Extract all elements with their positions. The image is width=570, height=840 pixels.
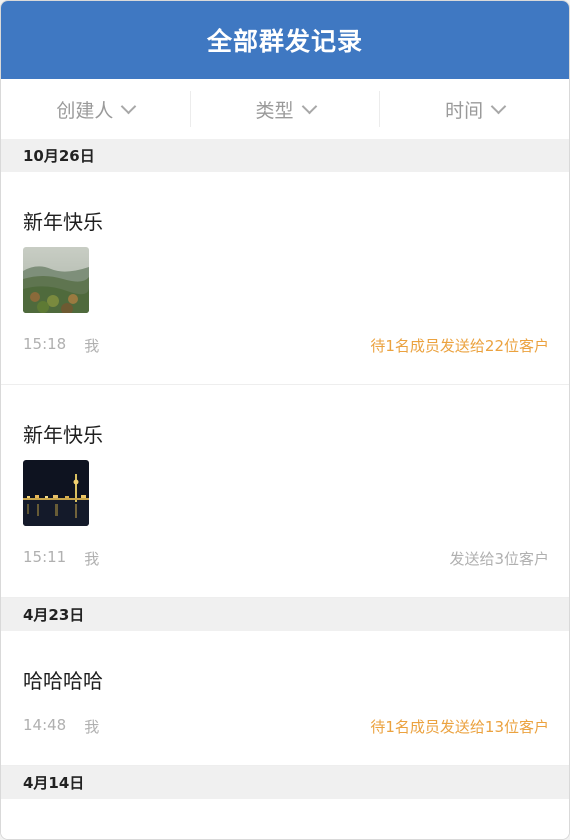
filter-type[interactable]: 类型 (191, 91, 381, 127)
record-creator: 我 (84, 718, 100, 736)
record-creator: 我 (84, 337, 100, 355)
record-image-thumbnail[interactable] (23, 247, 89, 313)
record-status: 发送给3位客户 (449, 550, 549, 568)
record-status: 待1名成员发送给22位客户 (370, 337, 549, 355)
record-time: 15:11 (23, 548, 67, 566)
page-title: 全部群发记录 (206, 27, 363, 56)
record-image-thumbnail[interactable] (23, 460, 89, 526)
date-header: 4月23日 (1, 598, 569, 631)
chevron-down-icon (301, 98, 317, 114)
header-bar: 全部群发记录 (1, 1, 569, 79)
record-meta: 14:48 我 待1名成员发送给13位客户 (23, 716, 549, 765)
filter-bar: 创建人 类型 时间 (1, 79, 569, 139)
record-status: 待1名成员发送给13位客户 (370, 718, 549, 736)
record-meta: 15:18 我 待1名成员发送给22位客户 (23, 335, 549, 384)
night-city-photo-icon (23, 460, 89, 526)
record-item[interactable]: 新年快乐 15:18 我 待1名成员发送给22位客户 (1, 172, 569, 385)
date-header: 10月26日 (1, 139, 569, 172)
date-header: 4月14日 (1, 766, 569, 799)
record-item[interactable]: 新年快乐 15:11 我 发送给3位客户 (1, 385, 569, 598)
filter-time[interactable]: 时间 (380, 91, 569, 127)
chevron-down-icon (490, 98, 507, 114)
chevron-down-icon (121, 98, 137, 114)
record-item[interactable]: 哈哈哈哈 14:48 我 待1名成员发送给13位客户 (1, 631, 569, 766)
filter-time-label: 时间 (445, 99, 484, 122)
record-meta: 15:11 我 发送给3位客户 (23, 548, 549, 597)
filter-creator-label: 创建人 (56, 99, 114, 122)
record-content: 哈哈哈哈 (23, 669, 103, 693)
record-time: 15:18 (23, 335, 67, 353)
landscape-photo-icon (23, 247, 89, 313)
record-item[interactable]: 测试推送图片 (1, 799, 569, 839)
record-creator: 我 (84, 550, 100, 568)
filter-creator[interactable]: 创建人 (1, 91, 191, 127)
record-time: 14:48 (23, 716, 67, 734)
app-frame: 全部群发记录 创建人 类型 时间 10月26日 新年快乐 15:18 我 待1名… (0, 0, 570, 840)
filter-type-label: 类型 (255, 99, 294, 122)
record-content: 新年快乐 (23, 210, 103, 234)
record-content: 测试推送图片 (23, 799, 549, 839)
record-content: 新年快乐 (23, 423, 103, 447)
